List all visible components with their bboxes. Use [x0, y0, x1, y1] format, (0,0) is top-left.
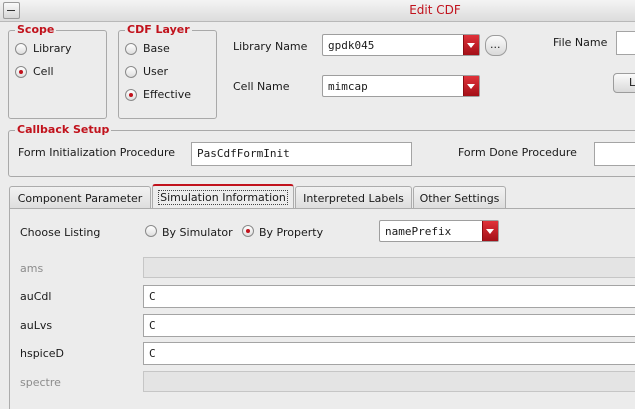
form-done-label: Form Done Procedure [458, 146, 577, 159]
tab-label: Interpreted Labels [303, 192, 404, 205]
row-label-hspiced: hspiceD [20, 347, 65, 360]
row-label-spectre: spectre [20, 376, 61, 389]
cell-name-combo[interactable]: mimcap [322, 75, 480, 97]
scope-title: Scope [15, 23, 57, 36]
cdf-layer-user-label[interactable]: User [143, 65, 168, 78]
tab-label: Simulation Information [158, 190, 288, 205]
window-title: Edit CDF [409, 3, 461, 17]
scope-library-radio[interactable] [15, 43, 27, 55]
row-field-ams [143, 257, 635, 278]
cdf-layer-base-radio[interactable] [125, 43, 137, 55]
form-init-label: Form Initialization Procedure [18, 146, 176, 159]
by-simulator-radio[interactable] [145, 225, 157, 237]
property-combo[interactable]: namePrefix [379, 220, 499, 242]
file-name-label: File Name [553, 36, 608, 49]
row-label-aulvs: auLvs [20, 319, 53, 332]
by-property-radio[interactable] [242, 225, 254, 237]
form-init-value: PasCdfFormInit [197, 147, 290, 160]
scope-cell-radio[interactable] [15, 66, 27, 78]
callback-title: Callback Setup [15, 123, 112, 136]
by-simulator-label[interactable]: By Simulator [162, 226, 233, 239]
row-value-hspiced: C [149, 347, 156, 360]
row-field-aucdl[interactable]: C [143, 285, 635, 308]
cdf-layer-effective-label[interactable]: Effective [143, 88, 191, 101]
cdf-layer-user-radio[interactable] [125, 66, 137, 78]
choose-listing-label: Choose Listing [20, 226, 101, 239]
scope-library-label[interactable]: Library [33, 42, 71, 55]
tab-interpreted-labels[interactable]: Interpreted Labels [295, 186, 412, 208]
row-field-aulvs[interactable]: C [143, 314, 635, 337]
by-property-label[interactable]: By Property [259, 226, 323, 239]
row-label-aucdl: auCdl [20, 290, 52, 303]
tab-simulation-information[interactable]: Simulation Information [152, 184, 294, 208]
tab-label: Other Settings [419, 192, 500, 205]
chevron-down-icon[interactable] [482, 221, 498, 241]
file-load-button-label: L [629, 76, 635, 89]
property-value: namePrefix [385, 225, 452, 238]
row-field-spectre [143, 371, 635, 392]
file-load-button[interactable]: L [613, 73, 635, 93]
row-label-ams: ams [20, 262, 44, 275]
chevron-down-icon[interactable] [463, 35, 479, 55]
tab-label: Component Parameter [17, 192, 143, 205]
library-browse-button[interactable]: ... [485, 35, 507, 56]
library-name-label: Library Name [233, 40, 308, 53]
form-done-field[interactable] [594, 142, 635, 166]
tab-other-settings[interactable]: Other Settings [413, 186, 506, 208]
cdf-layer-effective-radio[interactable] [125, 89, 137, 101]
library-name-value: gpdk045 [328, 39, 375, 52]
cdf-layer-title: CDF Layer [125, 23, 192, 36]
cell-name-label: Cell Name [233, 80, 290, 93]
form-init-field[interactable]: PasCdfFormInit [191, 142, 412, 166]
row-value-aulvs: C [149, 319, 156, 332]
chevron-down-icon[interactable] [463, 76, 479, 96]
tab-component-parameter[interactable]: Component Parameter [9, 186, 151, 208]
row-value-aucdl: C [149, 290, 156, 303]
library-name-combo[interactable]: gpdk045 [322, 34, 480, 56]
scope-cell-label[interactable]: Cell [33, 65, 54, 78]
title-bar: Edit CDF [0, 0, 635, 22]
browse-button-label: ... [490, 38, 501, 51]
cdf-layer-base-label[interactable]: Base [143, 42, 170, 55]
cell-name-value: mimcap [328, 80, 368, 93]
file-name-field[interactable] [616, 31, 635, 55]
row-field-hspiced[interactable]: C [143, 342, 635, 365]
